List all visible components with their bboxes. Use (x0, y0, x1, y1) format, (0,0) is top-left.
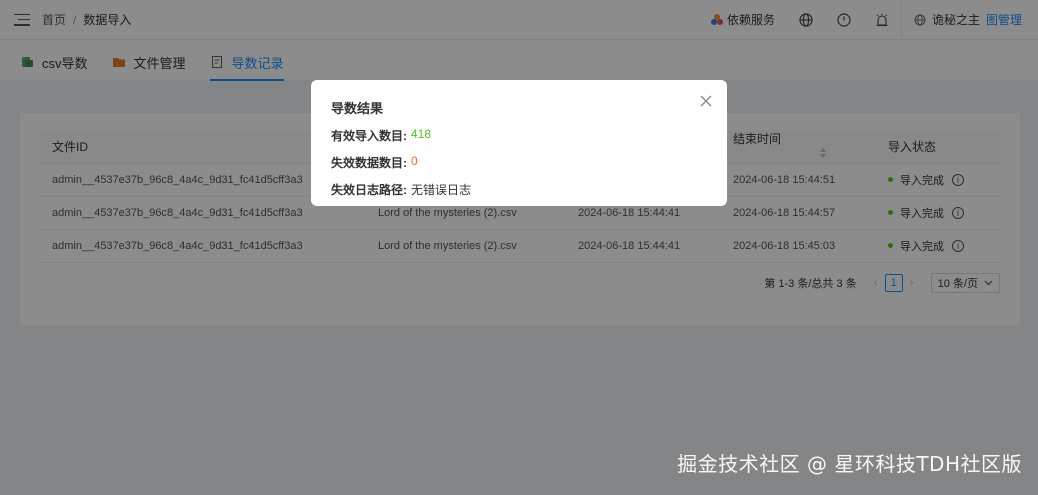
import-result-modal: 导数结果 有效导入数目: 418 失效数据数目: 0 失效日志路径: 无错误日志 (311, 80, 727, 206)
log-path-value: 无错误日志 (411, 183, 472, 197)
close-icon[interactable] (699, 94, 713, 108)
valid-count-label: 有效导入数目: (331, 129, 407, 143)
modal-title: 导数结果 (331, 101, 384, 116)
invalid-count-value: 0 (411, 154, 418, 168)
log-path-label: 失效日志路径: (331, 183, 407, 197)
watermark: 掘金技术社区 @ 星环科技TDH社区版 (677, 452, 1022, 476)
valid-count-row: 有效导入数目: 418 (331, 127, 707, 144)
invalid-count-label: 失效数据数目: (331, 156, 407, 170)
log-path-row: 失效日志路径: 无错误日志 (331, 181, 707, 198)
invalid-count-row: 失效数据数目: 0 (331, 154, 707, 171)
modal-mask[interactable] (0, 0, 1038, 495)
valid-count-value: 418 (411, 127, 432, 141)
